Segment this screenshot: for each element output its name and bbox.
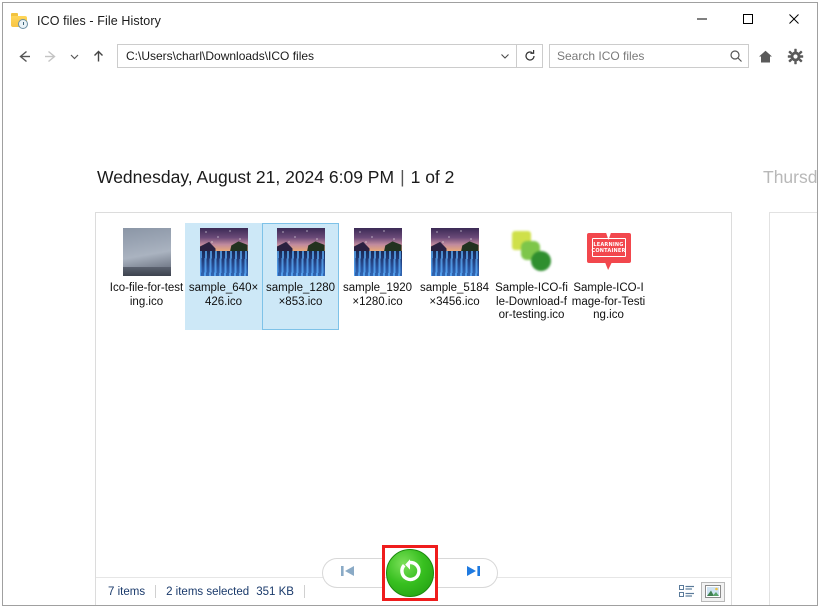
file-name-label: Sample-ICO-Image-for-Testing.ico (572, 282, 646, 323)
previous-version-button[interactable] (322, 558, 382, 588)
file-tile[interactable]: sample_640×426.ico (185, 223, 262, 330)
version-nav-group (322, 545, 498, 601)
previous-version-icon (339, 564, 357, 583)
file-tile[interactable]: sample_5184×3456.ico (416, 223, 493, 330)
file-tile[interactable]: Sample-ICO-file-Download-for-testing.ico (493, 223, 570, 330)
learning-container-thumbnail: LEARNING CONTAINER (585, 228, 633, 276)
chevron-down-icon[interactable] (63, 43, 85, 69)
navigation-toolbar: C:\Users\charl\Downloads\ICO files Searc… (3, 39, 817, 73)
address-chevron-down-icon[interactable] (494, 45, 516, 67)
next-version-timestamp: Thursd (763, 167, 817, 188)
version-timestamp: Wednesday, August 21, 2024 6:09 PM (97, 167, 394, 187)
up-arrow-icon[interactable] (85, 43, 111, 69)
window-controls (679, 3, 817, 35)
maximize-button[interactable] (725, 3, 771, 35)
file-name-label: sample_1920×1280.ico (341, 282, 415, 309)
address-path: C:\Users\charl\Downloads\ICO files (118, 49, 494, 63)
search-box[interactable]: Search ICO files (549, 44, 749, 68)
file-tile[interactable]: sample_1280×853.ico (262, 223, 339, 330)
file-tile[interactable]: LEARNING CONTAINER Sample-ICO-Image-for-… (570, 223, 647, 330)
file-name-label: Ico-file-for-testing.ico (110, 282, 184, 309)
window-title: ICO files - File History (37, 14, 161, 28)
refresh-icon[interactable] (516, 45, 542, 67)
home-icon[interactable] (751, 42, 779, 70)
starry-field-thumbnail (200, 228, 248, 276)
starry-field-thumbnail (354, 228, 402, 276)
starry-field-thumbnail (277, 228, 325, 276)
file-tile[interactable]: sample_1920×1280.ico (339, 223, 416, 330)
version-stage: Wednesday, August 21, 2024 6:09 PM|1 of … (3, 73, 817, 606)
version-counter: 1 of 2 (411, 167, 455, 187)
next-version-button[interactable] (438, 558, 498, 588)
green-blobs-thumbnail (508, 228, 556, 276)
restore-button-wrapper (382, 545, 438, 601)
header-separator: | (394, 167, 411, 187)
file-name-label: sample_1280×853.ico (264, 282, 338, 309)
back-arrow-icon[interactable] (11, 43, 37, 69)
file-history-window: ICO files - File History C:\Use (2, 2, 818, 606)
file-tile[interactable]: Ico-file-for-testing.ico (108, 223, 185, 330)
gear-icon[interactable] (781, 42, 809, 70)
close-button[interactable] (771, 3, 817, 35)
file-name-label: sample_640×426.ico (187, 282, 261, 309)
address-bar[interactable]: C:\Users\charl\Downloads\ICO files (117, 44, 543, 68)
learning-icon-line2: CONTAINER (591, 248, 625, 254)
version-navigation (3, 545, 817, 601)
search-icon[interactable] (724, 49, 748, 63)
starry-field-thumbnail (431, 228, 479, 276)
next-version-icon (464, 564, 482, 583)
file-grid: Ico-file-for-testing.ico sample_640×426.… (96, 213, 731, 577)
search-input[interactable]: Search ICO files (550, 49, 724, 63)
cloudy-sky-thumbnail (123, 228, 171, 276)
title-bar: ICO files - File History (3, 3, 817, 39)
minimize-button[interactable] (679, 3, 725, 35)
folder-history-icon (11, 12, 29, 30)
restore-highlight-box (382, 545, 438, 601)
version-timestamp-header: Wednesday, August 21, 2024 6:09 PM|1 of … (97, 167, 454, 188)
file-name-label: Sample-ICO-file-Download-for-testing.ico (495, 282, 569, 323)
file-name-label: sample_5184×3456.ico (418, 282, 492, 309)
forward-arrow-icon (37, 43, 63, 69)
